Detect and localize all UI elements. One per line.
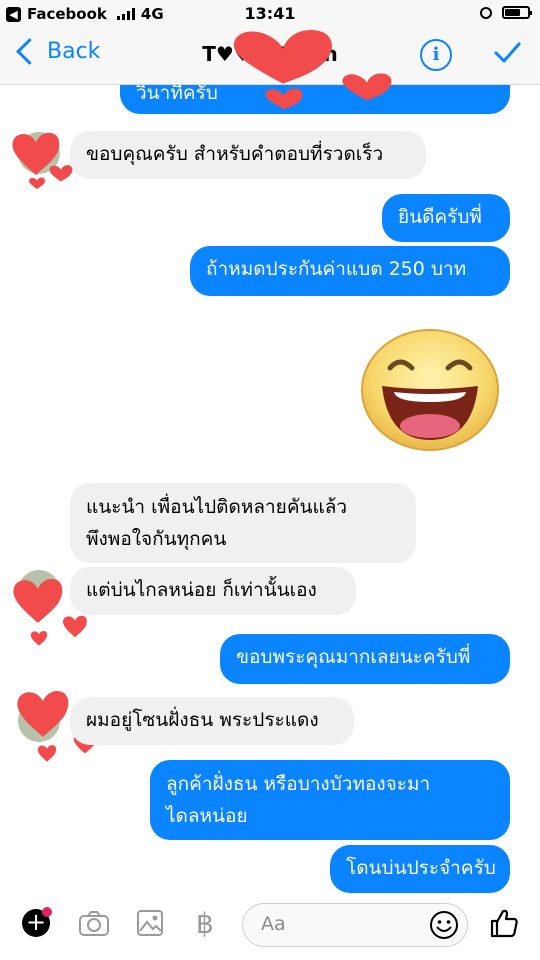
camera-icon[interactable] xyxy=(78,909,110,937)
status-bar: ◀ Facebook 4G 13:41 xyxy=(0,0,540,28)
message-bubble-incoming[interactable]: ขอบคุณครับ สำหรับคำตอบที่รวดเร็ว xyxy=(70,131,426,179)
message-text-line: ไดลหน่อย xyxy=(166,805,248,827)
gallery-icon[interactable] xyxy=(136,909,164,937)
message-bubble-incoming[interactable]: ผมอยู่โซนฝั่งธน พระประแดง xyxy=(70,697,354,745)
message-bubble-outgoing[interactable]: ขอบพระคุณมากเลยนะครับพี่ xyxy=(220,634,510,684)
message-text: ผมอยู่โซนฝั่งธน พระประแดง xyxy=(86,709,319,731)
redaction-heart xyxy=(49,165,73,182)
message-text-line: ลูกค้าฝั่งธน หรือบางบัวทองจะมา xyxy=(166,773,431,795)
message-bubble-outgoing[interactable]: ถ้าหมดประกันค่าแบต 250 บาท xyxy=(190,246,510,296)
message-bubble-outgoing[interactable]: โดนบ่นประจำครับ xyxy=(330,845,510,893)
redaction-heart xyxy=(37,745,57,762)
message-text: โดนบ่นประจำครับ xyxy=(346,857,496,879)
status-right xyxy=(480,6,532,19)
redaction-heart xyxy=(13,578,63,623)
rotation-lock-icon xyxy=(480,6,492,19)
message-text: ถ้าหมดประกันค่าแบต 250 บาท xyxy=(206,258,467,280)
message-input[interactable]: Aa xyxy=(242,903,468,947)
baht-icon[interactable]: ฿ xyxy=(196,907,214,940)
message-input-placeholder: Aa xyxy=(261,913,286,935)
message-text-line: แนะนำ เพื่อนไปติดหลายคันแล้ว xyxy=(86,496,348,518)
clock: 13:41 xyxy=(244,4,296,23)
notification-dot xyxy=(42,907,52,917)
message-text-line: พึงพอใจกันทุกคน xyxy=(86,528,227,550)
redaction-heart xyxy=(342,73,392,101)
message-bubble-outgoing[interactable]: ยินดีครับพี่ xyxy=(382,194,510,242)
laughing-emoji-sticker[interactable] xyxy=(360,328,500,452)
redaction-heart xyxy=(265,88,303,110)
message-bubble-incoming[interactable]: แต่บ่นไกลหน่อย ก็เท่านั้นเอง xyxy=(70,567,356,615)
redaction-heart xyxy=(63,615,87,638)
message-text: ยินดีครับพี่ xyxy=(398,206,482,228)
redaction-heart xyxy=(233,30,332,84)
info-icon[interactable]: i xyxy=(420,39,452,71)
battery-icon xyxy=(502,6,532,19)
composer-bar: + ฿ Aa xyxy=(0,895,540,960)
redaction-heart xyxy=(17,691,69,737)
message-bubble-incoming[interactable]: แนะนำ เพื่อนไปติดหลายคันแล้ว พึงพอใจกันท… xyxy=(70,483,416,563)
thumbs-up-icon[interactable] xyxy=(488,907,520,939)
redaction-heart xyxy=(30,630,48,646)
redaction-heart xyxy=(29,177,46,189)
message-bubble-outgoing[interactable]: ลูกค้าฝั่งธน หรือบางบัวทองจะมา ไดลหน่อย xyxy=(150,760,510,840)
message-text: แต่บ่นไกลหน่อย ก็เท่านั้นเอง xyxy=(86,579,317,601)
message-text: ขอบคุณครับ สำหรับคำตอบที่รวดเร็ว xyxy=(86,143,384,165)
smile-icon[interactable] xyxy=(429,910,459,940)
check-icon[interactable] xyxy=(492,38,522,68)
message-text: ขอบพระคุณมากเลยนะครับพี่ xyxy=(236,646,471,668)
message-text: วินาทีครับ xyxy=(136,82,218,104)
